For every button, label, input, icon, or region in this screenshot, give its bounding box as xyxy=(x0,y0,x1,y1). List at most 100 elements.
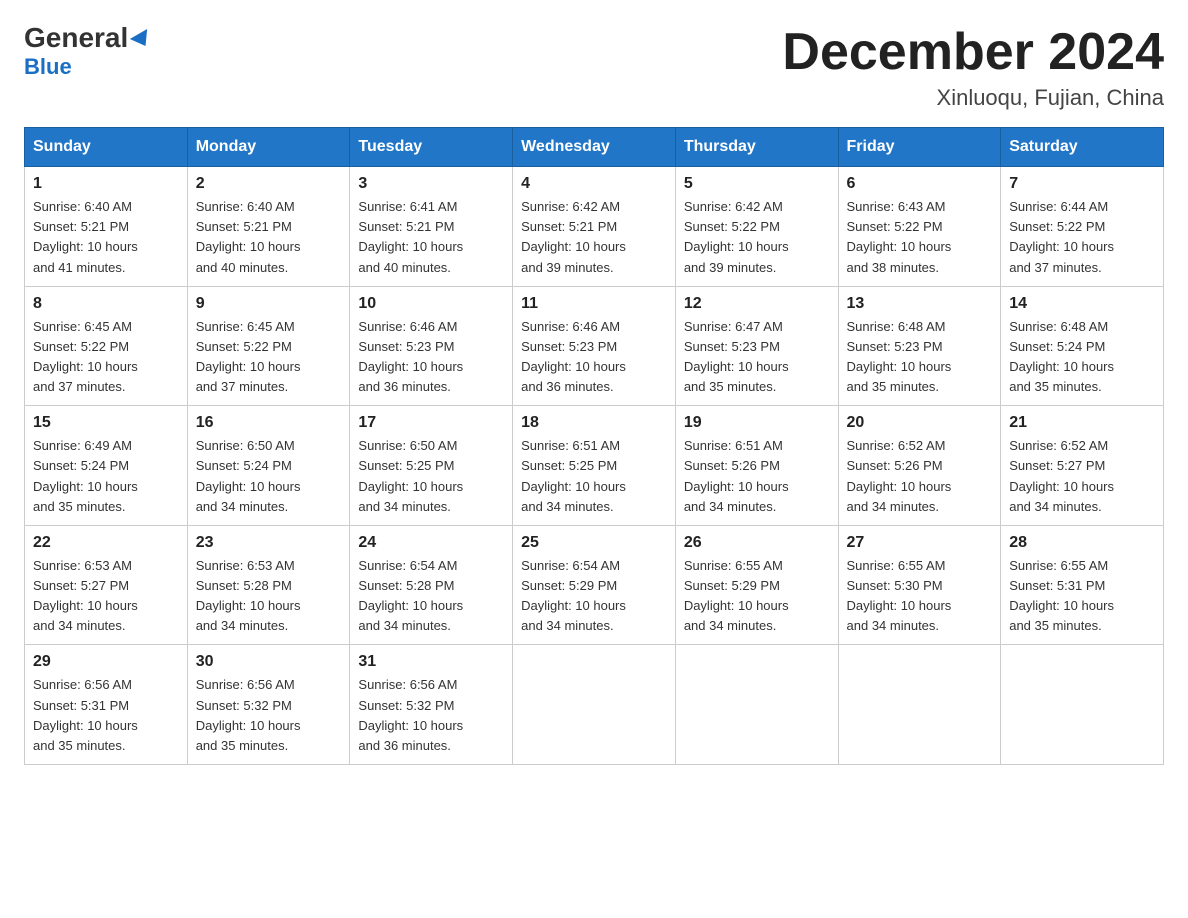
day-info: Sunrise: 6:56 AMSunset: 5:31 PMDaylight:… xyxy=(33,675,179,756)
calendar-week-row: 1 Sunrise: 6:40 AMSunset: 5:21 PMDayligh… xyxy=(25,167,1164,287)
day-number: 29 xyxy=(33,653,179,671)
logo-sub: Blue xyxy=(24,54,72,80)
table-row xyxy=(1001,645,1164,765)
day-info: Sunrise: 6:47 AMSunset: 5:23 PMDaylight:… xyxy=(684,317,830,398)
col-sunday: Sunday xyxy=(25,128,188,167)
day-number: 27 xyxy=(847,534,993,552)
table-row: 3 Sunrise: 6:41 AMSunset: 5:21 PMDayligh… xyxy=(350,167,513,287)
table-row: 4 Sunrise: 6:42 AMSunset: 5:21 PMDayligh… xyxy=(513,167,676,287)
table-row: 2 Sunrise: 6:40 AMSunset: 5:21 PMDayligh… xyxy=(187,167,350,287)
table-row: 16 Sunrise: 6:50 AMSunset: 5:24 PMDaylig… xyxy=(187,406,350,526)
day-number: 9 xyxy=(196,295,342,313)
day-info: Sunrise: 6:55 AMSunset: 5:29 PMDaylight:… xyxy=(684,556,830,637)
table-row: 20 Sunrise: 6:52 AMSunset: 5:26 PMDaylig… xyxy=(838,406,1001,526)
day-number: 11 xyxy=(521,295,667,313)
col-saturday: Saturday xyxy=(1001,128,1164,167)
day-number: 24 xyxy=(358,534,504,552)
day-number: 14 xyxy=(1009,295,1155,313)
day-number: 31 xyxy=(358,653,504,671)
day-number: 10 xyxy=(358,295,504,313)
day-info: Sunrise: 6:50 AMSunset: 5:24 PMDaylight:… xyxy=(196,436,342,517)
col-thursday: Thursday xyxy=(675,128,838,167)
table-row: 7 Sunrise: 6:44 AMSunset: 5:22 PMDayligh… xyxy=(1001,167,1164,287)
day-number: 25 xyxy=(521,534,667,552)
table-row: 5 Sunrise: 6:42 AMSunset: 5:22 PMDayligh… xyxy=(675,167,838,287)
table-row: 21 Sunrise: 6:52 AMSunset: 5:27 PMDaylig… xyxy=(1001,406,1164,526)
table-row: 23 Sunrise: 6:53 AMSunset: 5:28 PMDaylig… xyxy=(187,525,350,645)
table-row: 27 Sunrise: 6:55 AMSunset: 5:30 PMDaylig… xyxy=(838,525,1001,645)
day-info: Sunrise: 6:42 AMSunset: 5:21 PMDaylight:… xyxy=(521,197,667,278)
day-info: Sunrise: 6:56 AMSunset: 5:32 PMDaylight:… xyxy=(358,675,504,756)
day-info: Sunrise: 6:48 AMSunset: 5:24 PMDaylight:… xyxy=(1009,317,1155,398)
calendar-week-row: 15 Sunrise: 6:49 AMSunset: 5:24 PMDaylig… xyxy=(25,406,1164,526)
calendar-header-row: Sunday Monday Tuesday Wednesday Thursday… xyxy=(25,128,1164,167)
page-header: General Blue December 2024 Xinluoqu, Fuj… xyxy=(24,24,1164,111)
day-info: Sunrise: 6:52 AMSunset: 5:26 PMDaylight:… xyxy=(847,436,993,517)
table-row: 17 Sunrise: 6:50 AMSunset: 5:25 PMDaylig… xyxy=(350,406,513,526)
day-number: 1 xyxy=(33,175,179,193)
table-row: 1 Sunrise: 6:40 AMSunset: 5:21 PMDayligh… xyxy=(25,167,188,287)
table-row: 11 Sunrise: 6:46 AMSunset: 5:23 PMDaylig… xyxy=(513,286,676,406)
day-number: 15 xyxy=(33,414,179,432)
day-number: 28 xyxy=(1009,534,1155,552)
day-info: Sunrise: 6:54 AMSunset: 5:28 PMDaylight:… xyxy=(358,556,504,637)
table-row xyxy=(675,645,838,765)
day-number: 23 xyxy=(196,534,342,552)
table-row: 13 Sunrise: 6:48 AMSunset: 5:23 PMDaylig… xyxy=(838,286,1001,406)
day-number: 17 xyxy=(358,414,504,432)
table-row: 19 Sunrise: 6:51 AMSunset: 5:26 PMDaylig… xyxy=(675,406,838,526)
day-number: 12 xyxy=(684,295,830,313)
title-block: December 2024 Xinluoqu, Fujian, China xyxy=(782,24,1164,111)
day-info: Sunrise: 6:46 AMSunset: 5:23 PMDaylight:… xyxy=(521,317,667,398)
day-info: Sunrise: 6:55 AMSunset: 5:30 PMDaylight:… xyxy=(847,556,993,637)
calendar-table: Sunday Monday Tuesday Wednesday Thursday… xyxy=(24,127,1164,765)
table-row: 18 Sunrise: 6:51 AMSunset: 5:25 PMDaylig… xyxy=(513,406,676,526)
day-info: Sunrise: 6:45 AMSunset: 5:22 PMDaylight:… xyxy=(196,317,342,398)
table-row: 14 Sunrise: 6:48 AMSunset: 5:24 PMDaylig… xyxy=(1001,286,1164,406)
logo-main: General xyxy=(24,24,152,52)
day-info: Sunrise: 6:46 AMSunset: 5:23 PMDaylight:… xyxy=(358,317,504,398)
day-number: 18 xyxy=(521,414,667,432)
table-row: 9 Sunrise: 6:45 AMSunset: 5:22 PMDayligh… xyxy=(187,286,350,406)
table-row: 10 Sunrise: 6:46 AMSunset: 5:23 PMDaylig… xyxy=(350,286,513,406)
day-number: 19 xyxy=(684,414,830,432)
day-number: 2 xyxy=(196,175,342,193)
calendar-week-row: 22 Sunrise: 6:53 AMSunset: 5:27 PMDaylig… xyxy=(25,525,1164,645)
day-info: Sunrise: 6:48 AMSunset: 5:23 PMDaylight:… xyxy=(847,317,993,398)
day-number: 7 xyxy=(1009,175,1155,193)
day-number: 16 xyxy=(196,414,342,432)
logo: General Blue xyxy=(24,24,152,80)
table-row: 25 Sunrise: 6:54 AMSunset: 5:29 PMDaylig… xyxy=(513,525,676,645)
day-number: 26 xyxy=(684,534,830,552)
day-info: Sunrise: 6:43 AMSunset: 5:22 PMDaylight:… xyxy=(847,197,993,278)
table-row: 26 Sunrise: 6:55 AMSunset: 5:29 PMDaylig… xyxy=(675,525,838,645)
day-info: Sunrise: 6:40 AMSunset: 5:21 PMDaylight:… xyxy=(33,197,179,278)
day-number: 3 xyxy=(358,175,504,193)
day-info: Sunrise: 6:51 AMSunset: 5:26 PMDaylight:… xyxy=(684,436,830,517)
day-info: Sunrise: 6:51 AMSunset: 5:25 PMDaylight:… xyxy=(521,436,667,517)
day-info: Sunrise: 6:56 AMSunset: 5:32 PMDaylight:… xyxy=(196,675,342,756)
table-row: 28 Sunrise: 6:55 AMSunset: 5:31 PMDaylig… xyxy=(1001,525,1164,645)
table-row: 31 Sunrise: 6:56 AMSunset: 5:32 PMDaylig… xyxy=(350,645,513,765)
day-number: 8 xyxy=(33,295,179,313)
col-wednesday: Wednesday xyxy=(513,128,676,167)
day-info: Sunrise: 6:53 AMSunset: 5:27 PMDaylight:… xyxy=(33,556,179,637)
day-info: Sunrise: 6:50 AMSunset: 5:25 PMDaylight:… xyxy=(358,436,504,517)
table-row: 15 Sunrise: 6:49 AMSunset: 5:24 PMDaylig… xyxy=(25,406,188,526)
table-row: 12 Sunrise: 6:47 AMSunset: 5:23 PMDaylig… xyxy=(675,286,838,406)
col-friday: Friday xyxy=(838,128,1001,167)
day-info: Sunrise: 6:45 AMSunset: 5:22 PMDaylight:… xyxy=(33,317,179,398)
logo-triangle-icon xyxy=(130,29,154,51)
table-row: 8 Sunrise: 6:45 AMSunset: 5:22 PMDayligh… xyxy=(25,286,188,406)
location-title: Xinluoqu, Fujian, China xyxy=(782,85,1164,111)
day-info: Sunrise: 6:55 AMSunset: 5:31 PMDaylight:… xyxy=(1009,556,1155,637)
day-number: 22 xyxy=(33,534,179,552)
col-monday: Monday xyxy=(187,128,350,167)
day-number: 13 xyxy=(847,295,993,313)
table-row: 24 Sunrise: 6:54 AMSunset: 5:28 PMDaylig… xyxy=(350,525,513,645)
table-row: 29 Sunrise: 6:56 AMSunset: 5:31 PMDaylig… xyxy=(25,645,188,765)
day-info: Sunrise: 6:54 AMSunset: 5:29 PMDaylight:… xyxy=(521,556,667,637)
table-row: 30 Sunrise: 6:56 AMSunset: 5:32 PMDaylig… xyxy=(187,645,350,765)
day-number: 20 xyxy=(847,414,993,432)
day-info: Sunrise: 6:53 AMSunset: 5:28 PMDaylight:… xyxy=(196,556,342,637)
